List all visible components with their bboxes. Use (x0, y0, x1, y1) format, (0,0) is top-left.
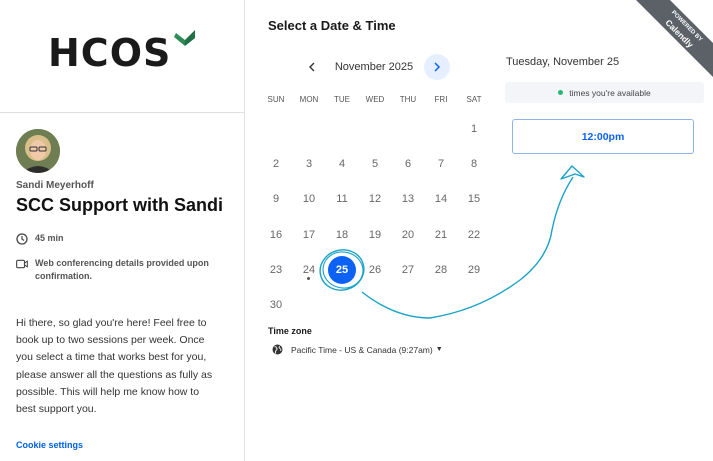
month-navigation: November 2025 (300, 54, 450, 80)
calendar-day: 11 (336, 193, 348, 205)
calendar-day: 23 (269, 264, 283, 276)
calendar-day: 6 (404, 158, 412, 170)
previous-month-button[interactable] (300, 55, 324, 79)
calendar-day: 3 (305, 158, 313, 170)
weekday-fri: FRI (434, 95, 448, 104)
timezone-label: Time zone (268, 326, 312, 336)
weekday-wed: WED (365, 95, 385, 104)
calendar-day: 12 (368, 193, 382, 205)
video-camera-icon (16, 258, 28, 270)
availability-text: times you're available (569, 87, 651, 98)
month-label: November 2025 (334, 61, 414, 73)
calendar-day-selected[interactable]: 25 (328, 256, 356, 284)
calendar-day: 1 (470, 123, 478, 135)
calendar-day: 8 (470, 158, 478, 170)
time-slot-button[interactable]: 12:00pm (512, 119, 694, 154)
weekday-sun: SUN (267, 95, 285, 104)
host-name: Sandi Meyerhoff (16, 180, 94, 191)
weekday-thu: THU (399, 95, 417, 104)
availability-banner: times you're available (505, 82, 704, 103)
next-month-button[interactable] (424, 54, 450, 80)
available-dot-icon (558, 90, 564, 95)
calendar-day: 27 (401, 264, 415, 276)
calendar-day: 20 (401, 229, 415, 241)
calendar-day: 16 (269, 229, 283, 241)
location-text: Web conferencing details provided upon c… (35, 258, 209, 281)
calendar-day: 13 (401, 193, 415, 205)
event-title: SCC Support with Sandi (16, 195, 223, 215)
chevron-right-icon (434, 62, 441, 72)
duration-text: 45 min (35, 233, 64, 243)
calendar-day: 17 (302, 229, 316, 241)
calendar-day: 26 (368, 264, 382, 276)
weekday-tue: TUE (334, 95, 350, 104)
event-details-panel: HCOS Sandi Meyerhoff SCC Support with Sa… (0, 0, 245, 461)
location-row: Web conferencing details provided upon c… (16, 257, 221, 283)
timezone-value: Pacific Time - US & Canada (9:27am) (291, 344, 433, 355)
avatar (16, 129, 60, 173)
calendar-day: 29 (467, 264, 481, 276)
event-description: Hi there, so glad you're here! Feel free… (16, 317, 213, 416)
calendar-heading: Select a Date & Time (268, 18, 396, 33)
calendar-day: 28 (434, 264, 448, 276)
calendar-day: 10 (302, 193, 316, 205)
org-logo: HCOS (48, 30, 197, 76)
selected-date-heading: Tuesday, November 25 (506, 56, 620, 68)
calendar-day: 19 (368, 229, 382, 241)
booking-page: HCOS Sandi Meyerhoff SCC Support with Sa… (0, 0, 713, 461)
calendar-day: 7 (437, 158, 445, 170)
caret-down-icon: ▼ (435, 346, 443, 353)
logo-text: HCOS (48, 31, 172, 75)
logo-area: HCOS (0, 0, 245, 113)
calendar-day: 14 (434, 193, 448, 205)
clock-icon (16, 233, 28, 245)
today-indicator (307, 277, 310, 280)
cookie-settings-link[interactable]: Cookie settings (16, 440, 83, 450)
globe-icon (272, 344, 283, 355)
weekday-mon: MON (299, 95, 319, 104)
chevron-left-icon (309, 62, 315, 72)
weekday-sat: SAT (466, 95, 482, 104)
logo-leaf-icon (174, 30, 196, 46)
calendar-day: 4 (338, 158, 346, 170)
calendar-day: 21 (434, 229, 448, 241)
calendar-day: 9 (272, 193, 280, 205)
duration-row: 45 min (16, 233, 64, 245)
calendar-day: 5 (371, 158, 379, 170)
calendar-day: 15 (467, 193, 481, 205)
timezone-select[interactable]: Pacific Time - US & Canada (9:27am) ▼ (272, 344, 443, 355)
calendar-day: 18 (335, 229, 349, 241)
powered-by-badge[interactable]: POWERED BY Calendly (633, 0, 713, 80)
calendar-day: 22 (467, 229, 481, 241)
calendar-day: 30 (269, 299, 283, 311)
calendar-day: 2 (272, 158, 280, 170)
